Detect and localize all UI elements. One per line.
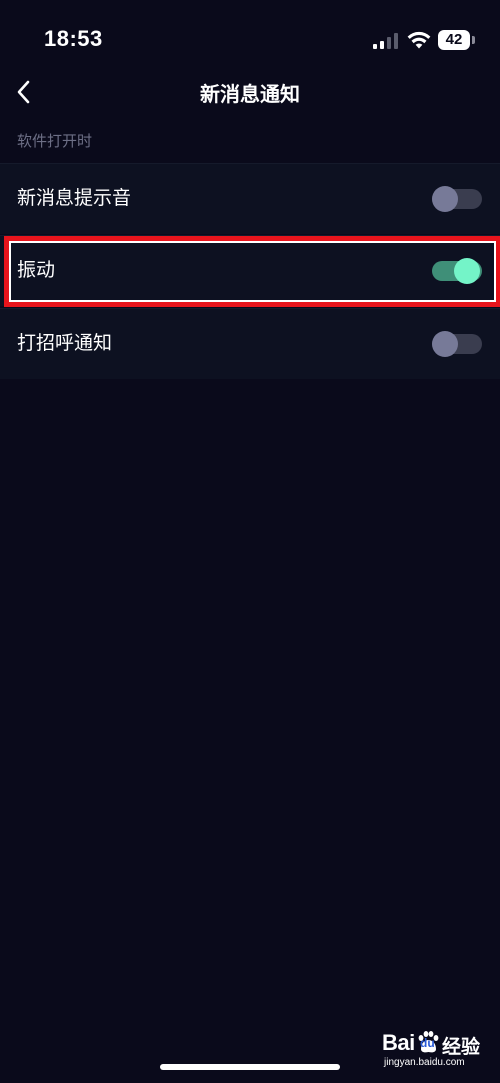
toggle-knob xyxy=(432,331,458,357)
nav-bar: 新消息通知 xyxy=(0,64,500,120)
battery-tip xyxy=(472,36,475,44)
message-sound-toggle[interactable] xyxy=(432,186,482,212)
setting-row-greeting-notification[interactable]: 打招呼通知 xyxy=(0,308,500,379)
home-indicator[interactable] xyxy=(160,1064,340,1070)
watermark-brand-mid: du xyxy=(420,1036,435,1050)
toggle-knob xyxy=(432,186,458,212)
watermark-brand-left: Bai xyxy=(382,1030,415,1055)
battery-indicator: 42 xyxy=(438,30,476,50)
setting-row-message-sound[interactable]: 新消息提示音 xyxy=(0,163,500,234)
setting-label: 新消息提示音 xyxy=(17,188,132,209)
status-time: 18:53 xyxy=(44,26,103,51)
battery-level: 42 xyxy=(445,31,463,48)
page-title: 新消息通知 xyxy=(200,84,300,106)
watermark-domain: jingyan.baidu.com xyxy=(384,1057,465,1068)
baidu-jingyan-watermark: Bai du 经验 jingyan.baidu.com xyxy=(378,1024,496,1074)
setting-label: 打招呼通知 xyxy=(17,333,113,354)
greeting-notification-toggle[interactable] xyxy=(432,331,482,357)
cellular-signal-icon xyxy=(373,33,398,49)
section-header: 软件打开时 xyxy=(17,133,93,150)
wifi-icon xyxy=(407,31,431,49)
highlight-annotation-box xyxy=(4,236,500,307)
watermark-brand-right: 经验 xyxy=(442,1037,481,1058)
